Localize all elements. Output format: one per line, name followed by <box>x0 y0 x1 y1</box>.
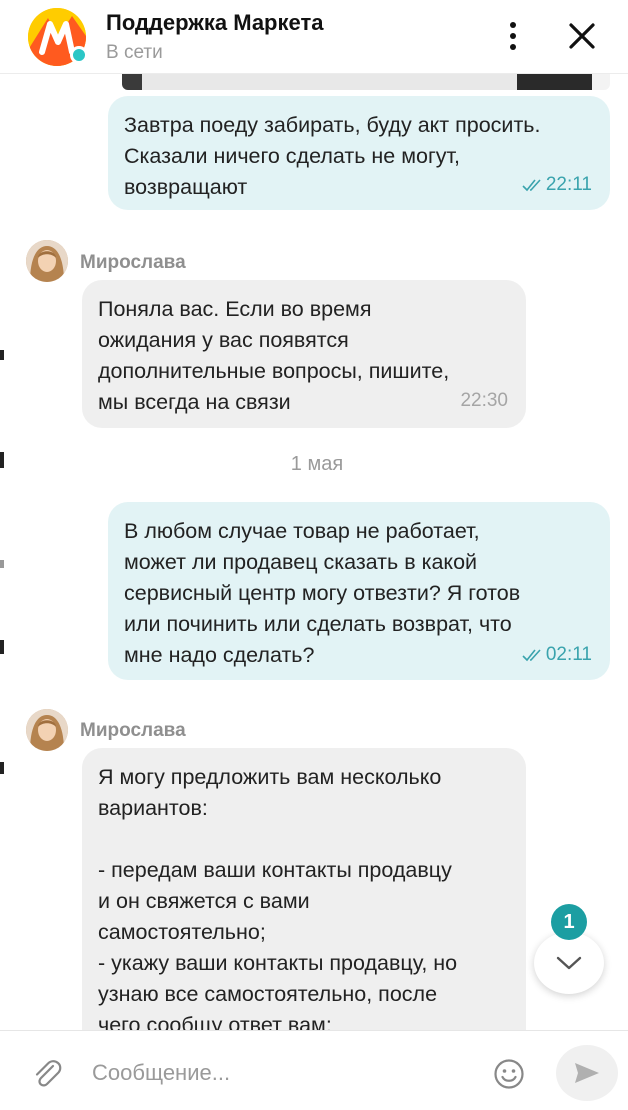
message-time: 22:30 <box>460 385 508 416</box>
paperclip-icon[interactable] <box>30 1057 64 1091</box>
message-time-value: 02:11 <box>545 644 592 665</box>
agent-name: Мирослава <box>80 252 186 273</box>
online-indicator <box>70 46 88 64</box>
edge-artifact <box>0 350 4 360</box>
chat-header: Поддержка Маркета В сети <box>0 0 628 74</box>
send-icon <box>575 1063 599 1083</box>
double-check-icon <box>522 178 541 191</box>
message-composer <box>0 1030 628 1110</box>
message-outgoing: В любом случае товар не работает, может … <box>108 502 610 680</box>
agent-avatar <box>26 240 68 282</box>
message-incoming: Поняла вас. Если во время ожидания у вас… <box>82 280 526 428</box>
message-text: Я могу предложить вам несколько варианто… <box>98 765 458 1030</box>
chat-status: В сети <box>106 42 163 63</box>
emoji-icon[interactable] <box>492 1057 526 1091</box>
message-time-value: 22:30 <box>460 390 508 411</box>
date-separator: 1 мая <box>290 453 344 475</box>
edge-artifact <box>0 762 4 774</box>
message-input[interactable] <box>92 1053 472 1093</box>
message-outgoing: Завтра поеду забирать, буду акт просить.… <box>108 96 610 210</box>
edge-artifact <box>0 560 4 568</box>
double-check-icon <box>522 648 541 661</box>
chevron-down-icon <box>556 956 582 970</box>
agent-avatar <box>26 709 68 751</box>
unread-count-badge: 1 <box>551 904 587 940</box>
send-button[interactable] <box>556 1045 618 1101</box>
attached-image-preview[interactable] <box>122 74 610 90</box>
close-icon[interactable] <box>564 18 600 54</box>
message-text: Поняла вас. Если во время ожидания у вас… <box>98 297 450 414</box>
message-incoming: Я могу предложить вам несколько варианто… <box>82 748 526 1030</box>
message-time-value: 22:11 <box>545 174 592 195</box>
edge-artifact <box>0 640 4 654</box>
scroll-down-button[interactable] <box>534 932 604 994</box>
chat-title: Поддержка Маркета <box>106 10 324 35</box>
message-time: 02:11 <box>522 639 592 670</box>
agent-name: Мирослава <box>80 720 186 741</box>
message-time: 22:11 <box>522 169 592 200</box>
more-vertical-icon[interactable] <box>500 18 526 54</box>
market-logo-icon <box>28 8 88 66</box>
